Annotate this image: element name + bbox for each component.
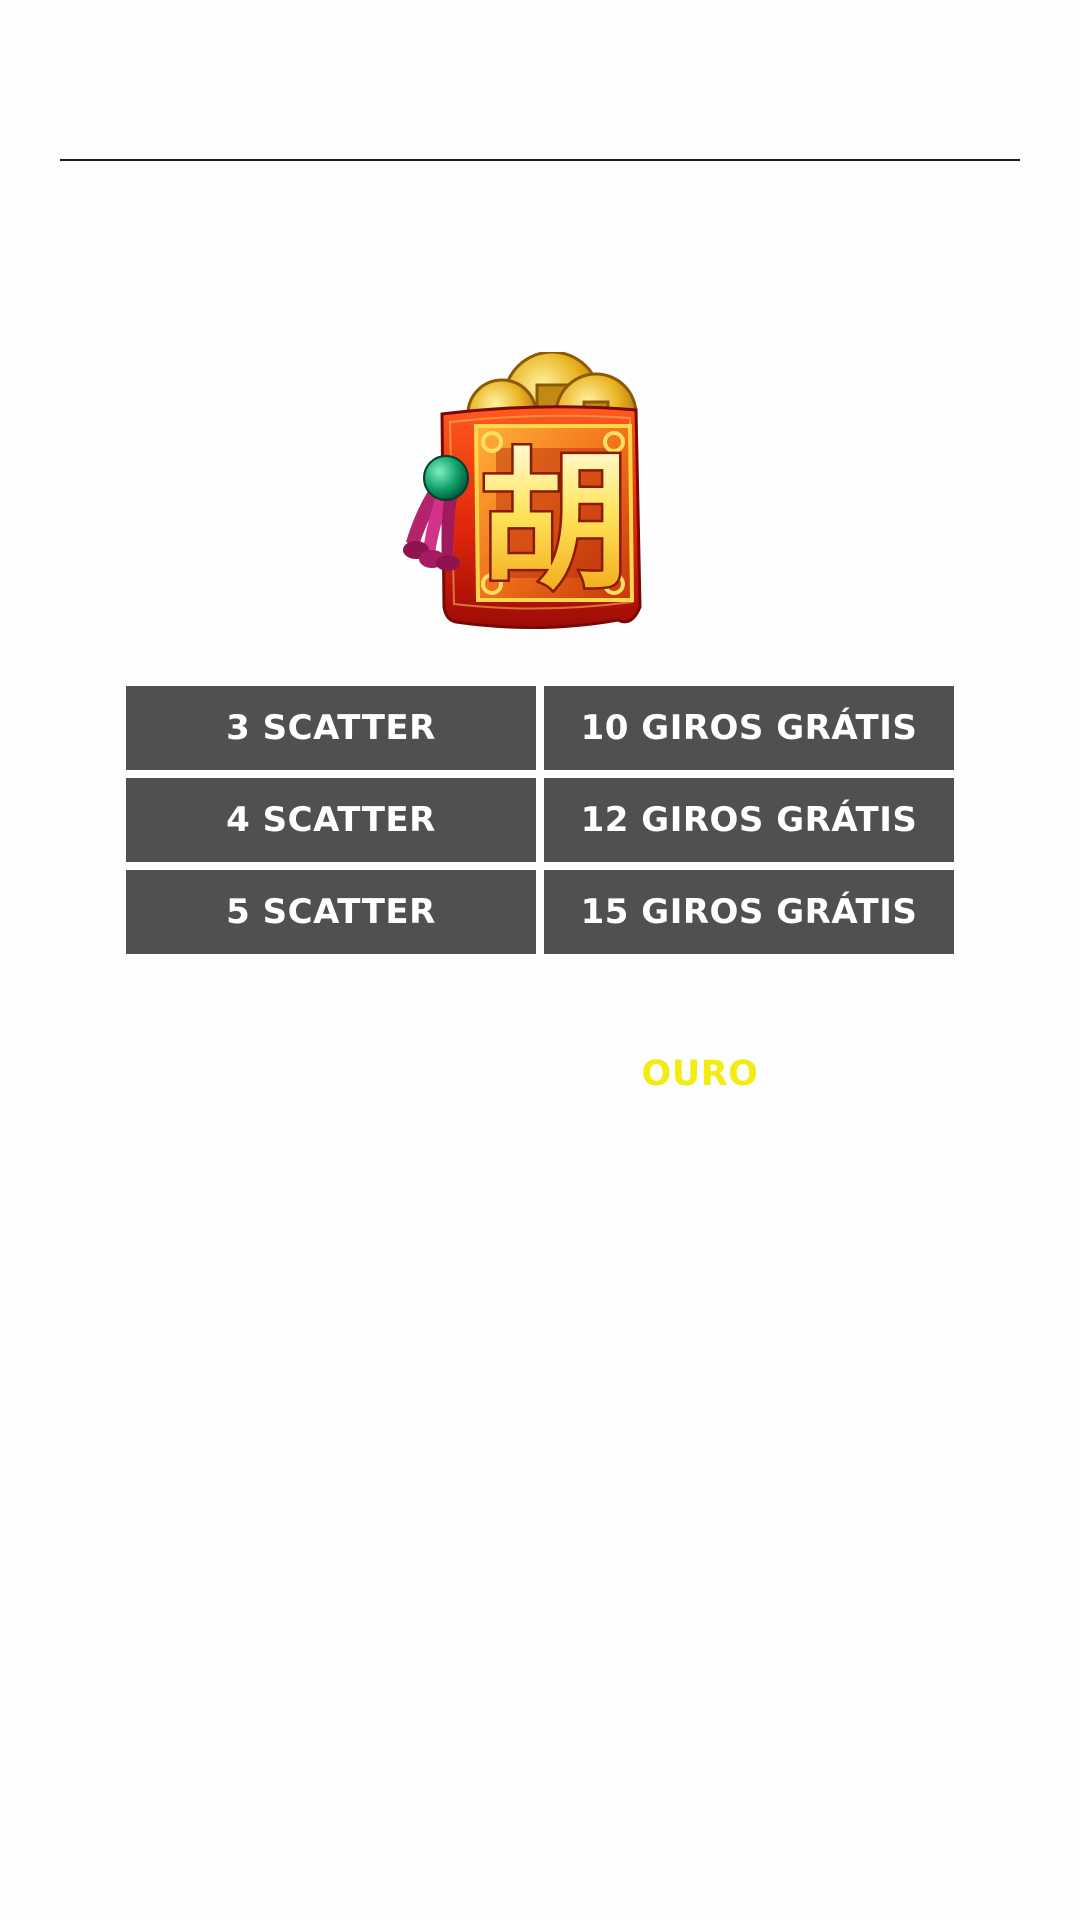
- hu-character: 胡: [479, 436, 629, 610]
- red-envelope-scatter-icon: 胡: [403, 352, 642, 630]
- free-spins-reward-cell: 15 GIROS GRÁTIS: [544, 870, 954, 954]
- free-spins-reward-cell: 12 GIROS GRÁTIS: [544, 778, 954, 862]
- scatter-count-cell: 3 SCATTER: [126, 686, 536, 770]
- free-spins-pay-table: 3 SCATTER 10 GIROS GRÁTIS 4 SCATTER 12 G…: [126, 686, 954, 954]
- scatter-count-cell: 5 SCATTER: [126, 870, 536, 954]
- highlighted-word-gold: OURO: [641, 1054, 759, 1094]
- free-spins-reward-cell: 10 GIROS GRÁTIS: [544, 686, 954, 770]
- scatter-count-cell: 4 SCATTER: [126, 778, 536, 862]
- top-divider: [60, 159, 1020, 161]
